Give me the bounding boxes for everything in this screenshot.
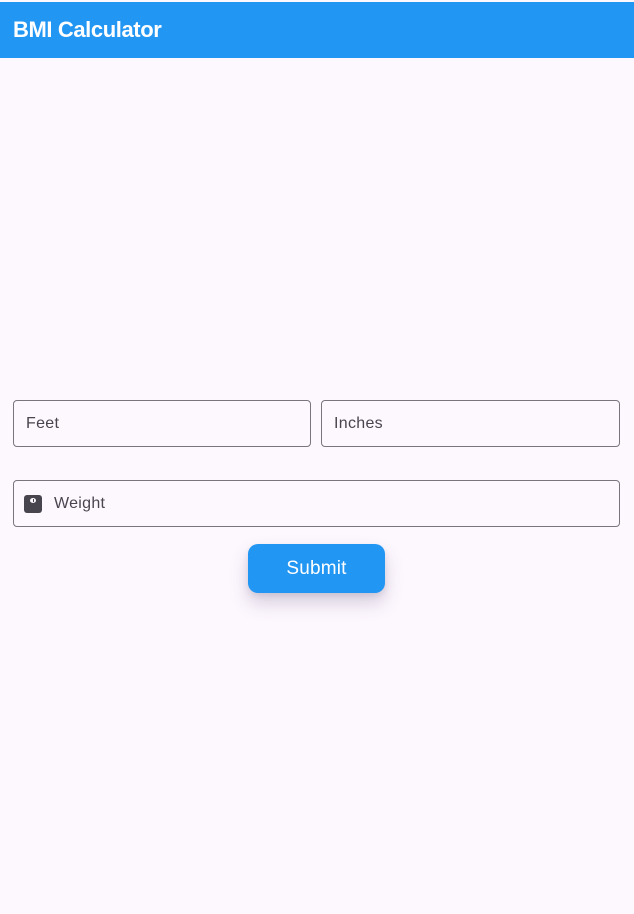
weight-field[interactable] xyxy=(13,480,620,527)
feet-field[interactable] xyxy=(13,400,311,447)
weight-input[interactable] xyxy=(54,481,619,526)
feet-input[interactable] xyxy=(26,401,310,446)
inches-input[interactable] xyxy=(334,401,619,446)
scale-icon xyxy=(24,494,42,513)
submit-button[interactable]: Submit xyxy=(248,544,385,593)
app-title: BMI Calculator xyxy=(13,17,162,42)
inches-field[interactable] xyxy=(321,400,620,447)
app-bar: BMI Calculator xyxy=(0,2,634,58)
